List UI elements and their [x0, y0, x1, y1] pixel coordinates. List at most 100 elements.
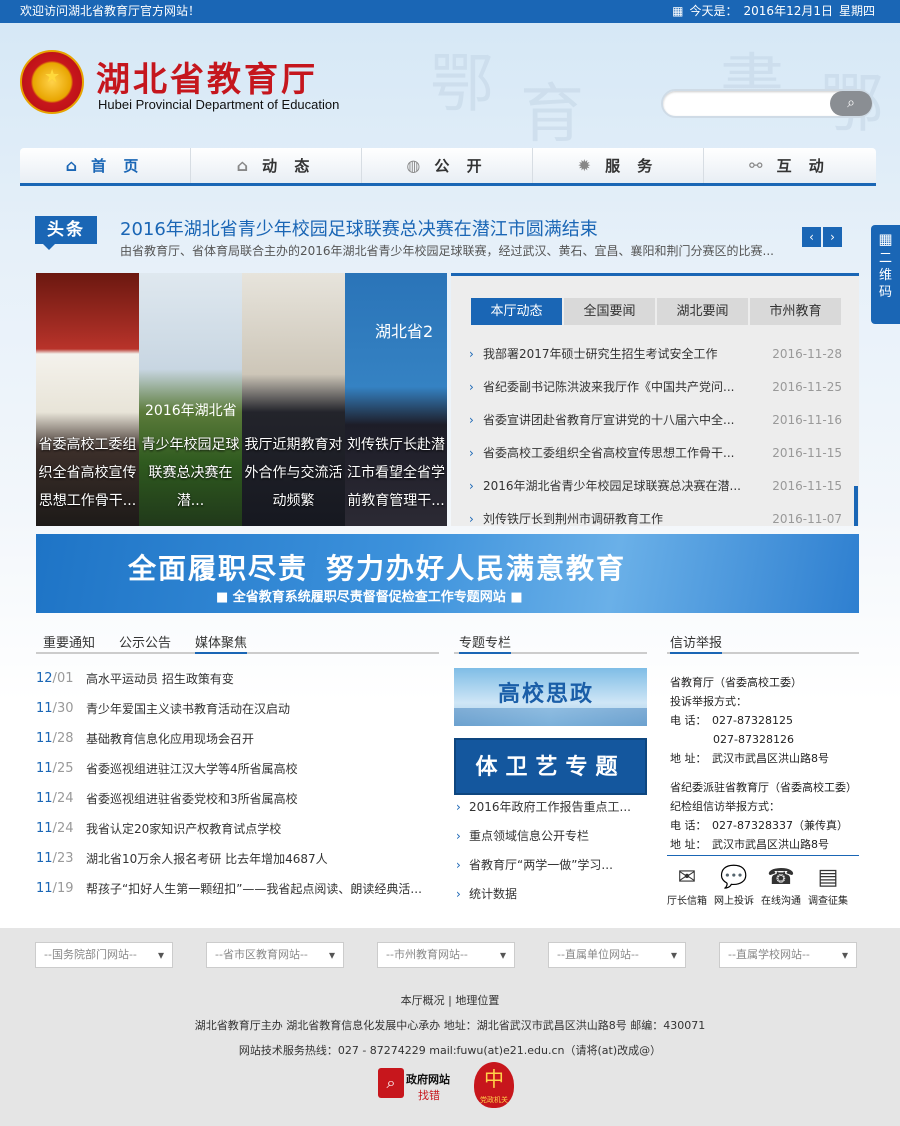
- list-item[interactable]: › 省委高校工委组织全省高校宣传思想工作骨干... 2016-11-15: [469, 437, 844, 470]
- search-input[interactable]: [673, 95, 823, 113]
- top-bar: 欢迎访问湖北省教育厅官方网站！ ▦ 今天是： 2016年12月1日 星期四: [0, 0, 900, 23]
- list-item[interactable]: 11/30 青少年爱国主义读书教育活动在汉启动: [36, 696, 439, 726]
- survey-button[interactable]: ▤ 调查征集: [805, 864, 851, 907]
- news-tabs-panel: 本厅动态 全国要闻 湖北要闻 市州教育 › 我部署2017年硕士研究生招生考试安全…: [451, 273, 859, 526]
- calendar-icon: ▦: [672, 4, 684, 18]
- bank-icon: ⌂: [236, 156, 255, 175]
- list-item[interactable]: 11/25 省委巡视组进驻江汉大学等4所省属高校: [36, 756, 439, 786]
- nav-interact[interactable]: ⚯ 互 动: [704, 148, 875, 183]
- college-ideology-banner[interactable]: 高校思政: [454, 668, 647, 726]
- select-city-edu[interactable]: --市州教育网站--: [377, 942, 515, 968]
- list-item[interactable]: › 我部署2017年硕士研究生招生考试安全工作 2016-11-28: [469, 338, 844, 371]
- select-direct-units[interactable]: --直属单位网站--: [548, 942, 686, 968]
- survey-icon: ▤: [817, 865, 839, 890]
- tab-hubei-news[interactable]: 湖北要闻: [657, 298, 748, 325]
- chevron-right-icon: ›: [469, 347, 474, 361]
- list-item[interactable]: › 2016年湖北省青少年校园足球联赛总决赛在潜... 2016-11-15: [469, 470, 844, 503]
- badge-icon: 中: [484, 1067, 504, 1091]
- footer-host: 湖北省教育厅主办 湖北省教育信息化发展中心承办 地址：湖北省武汉市武昌区洪山路8…: [194, 1019, 706, 1032]
- headline-arrows: ‹ ›: [802, 227, 844, 247]
- list-item[interactable]: › 省委宣讲团赴省教育厅宣讲党的十八届六中全... 2016-11-16: [469, 404, 844, 437]
- tab-media-focus[interactable]: 媒体聚焦: [195, 632, 248, 654]
- slide-2[interactable]: 2016年湖北省 青少年校园足球联赛总决赛在潜...: [139, 273, 242, 526]
- search-box: ⌕: [661, 89, 873, 118]
- list-item[interactable]: › 2016年政府工作报告重点工...: [456, 796, 647, 825]
- qr-icon: ▦: [878, 230, 893, 248]
- list-item[interactable]: › 省纪委副书记陈洪波来我厅作《中国共产党问... 2016-11-25: [469, 371, 844, 404]
- list-item[interactable]: › 刘传铁厅长到荆州市调研教育工作 2016-11-07: [469, 503, 844, 536]
- search-icon: ⌕: [847, 95, 855, 111]
- gov-site-error-badge[interactable]: ⌕ 政府网站 找错: [378, 1066, 458, 1106]
- scrollbar[interactable]: [854, 486, 858, 526]
- promo-banner[interactable]: 全面履职尽责 努力办好人民满意教育 ■ 全省教育系统履职尽责督督促检查工作专题网站…: [36, 534, 859, 613]
- magnifier-icon: ⌕: [378, 1068, 404, 1098]
- chevron-right-icon: ›: [469, 446, 474, 460]
- footer-links[interactable]: 本厅概况 | 地理位置: [0, 988, 900, 1013]
- nav-news[interactable]: ⌂ 动 态: [191, 148, 362, 183]
- headline-title[interactable]: 2016年湖北省青少年校园足球联赛总决赛在潜江市圆满结束: [120, 215, 598, 241]
- divider: [667, 855, 859, 856]
- tab-city-news[interactable]: 市州教育: [750, 298, 841, 325]
- chevron-right-icon: ›: [456, 887, 461, 901]
- section-title: 专题专栏: [459, 632, 512, 654]
- party-gov-badge[interactable]: 中党政机关: [474, 1062, 514, 1108]
- date-display: ▦ 今天是： 2016年12月1日 星期四: [672, 4, 875, 18]
- list-item[interactable]: › 统计数据: [456, 883, 647, 912]
- chevron-right-icon: ›: [469, 479, 474, 493]
- nav-service[interactable]: ✹ 服 务: [533, 148, 704, 183]
- select-state-council[interactable]: --国务院部门网站--: [35, 942, 173, 968]
- list-item[interactable]: 11/24 我省认定20家知识产权教育试点学校: [36, 816, 439, 846]
- search-button[interactable]: ⌕: [830, 91, 872, 116]
- gear-icon: ✹: [577, 156, 598, 175]
- list-item[interactable]: 11/28 基础教育信息化应用现场会召开: [36, 726, 439, 756]
- special-topics-header: 专题专栏: [454, 630, 647, 654]
- notice-tabs: 重要通知 公示公告 媒体聚焦: [36, 630, 439, 654]
- slide-3[interactable]: 我厅近期教育对外合作与交流活动频繁: [242, 273, 345, 526]
- background-calligraphy: 育: [520, 78, 584, 152]
- slide-4[interactable]: 湖北省2 刘传铁厅长赴潜江市看望全省学前教育管理干...: [345, 273, 447, 526]
- director-mailbox-button[interactable]: ✉ 厅长信箱: [664, 864, 710, 907]
- tab-important-notice[interactable]: 重要通知: [43, 632, 95, 651]
- select-province-edu[interactable]: --省市区教育网站--: [206, 942, 344, 968]
- national-emblem-logo: ★: [20, 50, 84, 114]
- prev-arrow-icon[interactable]: ‹: [802, 227, 821, 247]
- globe-icon: ◍: [406, 156, 427, 175]
- list-item[interactable]: 11/24 省委巡视组进驻省委党校和3所省属高校: [36, 786, 439, 816]
- qr-code-tab[interactable]: ▦ 二维码: [871, 225, 900, 324]
- special-list: › 2016年政府工作报告重点工... › 重点领域信息公开专栏 › 省教育厅“两学一…: [456, 796, 647, 912]
- select-direct-schools[interactable]: --直属学校网站--: [719, 942, 857, 968]
- slide-1[interactable]: 省委高校工委组织全省高校宣传思想工作骨干...: [36, 273, 139, 526]
- photo-slideshow: 省委高校工委组织全省高校宣传思想工作骨干... 2016年湖北省 青少年校园足球联…: [36, 273, 447, 526]
- tab-announcement[interactable]: 公示公告: [119, 632, 171, 651]
- background-calligraphy: 鄂: [430, 48, 494, 122]
- chevron-right-icon: ›: [469, 413, 474, 427]
- nav-home[interactable]: ⌂ 首 页: [20, 148, 191, 183]
- headline-summary: 由省教育厅、省体育局联合主办的2016年湖北省青少年校园足球联赛，经过武汉、黄石…: [120, 244, 774, 258]
- chat-icon: 💬: [720, 865, 748, 890]
- welcome-text: 欢迎访问湖北省教育厅官方网站！: [20, 4, 201, 18]
- share-icon: ⚯: [749, 156, 769, 175]
- list-item[interactable]: 11/23 湖北省10万余人报名考研 比去年增加4687人: [36, 846, 439, 876]
- headline-tag: 头条: [35, 216, 97, 250]
- site-title-en: Hubei Provincial Department of Education: [98, 97, 340, 112]
- section-title: 信访举报: [670, 632, 723, 654]
- chevron-right-icon: ›: [456, 829, 461, 843]
- next-arrow-icon[interactable]: ›: [823, 227, 842, 247]
- footer-info: 本厅概况 | 地理位置 湖北省教育厅主办 湖北省教育信息化发展中心承办 地址：湖…: [0, 988, 900, 1063]
- list-item[interactable]: 12/01 高水平运动员 招生政策有变: [36, 666, 439, 696]
- nav-public[interactable]: ◍ 公 开: [362, 148, 533, 183]
- chevron-right-icon: ›: [456, 858, 461, 872]
- site-title: 湖北省教育厅: [96, 60, 318, 100]
- sports-health-arts-banner[interactable]: 体卫艺专题: [454, 738, 647, 795]
- footer-hotline: 网站技术服务热线：027 - 87274229 mail:fuwu(at)e21…: [238, 1044, 662, 1057]
- phone-icon: ☎: [767, 865, 795, 890]
- online-complaint-button[interactable]: 💬 网上投诉: [711, 864, 757, 907]
- online-communication-button[interactable]: ☎ 在线沟通: [758, 864, 804, 907]
- report-contact: 省教育厅（省委高校工委） 投诉举报方式： 电 话： 027-87328125 02…: [670, 676, 857, 851]
- tab-national-news[interactable]: 全国要闻: [564, 298, 655, 325]
- list-item[interactable]: 11/19 帮孩子“扣好人生第一颗纽扣”——我省起点阅读、朗读经典活...: [36, 876, 439, 906]
- main-nav: ⌂ 首 页 ⌂ 动 态 ◍ 公 开 ✹ 服 务 ⚯ 互 动: [20, 148, 876, 186]
- tab-dept-news[interactable]: 本厅动态: [471, 298, 562, 325]
- list-item[interactable]: › 省教育厅“两学一做”学习...: [456, 854, 647, 883]
- list-item[interactable]: › 重点领域信息公开专栏: [456, 825, 647, 854]
